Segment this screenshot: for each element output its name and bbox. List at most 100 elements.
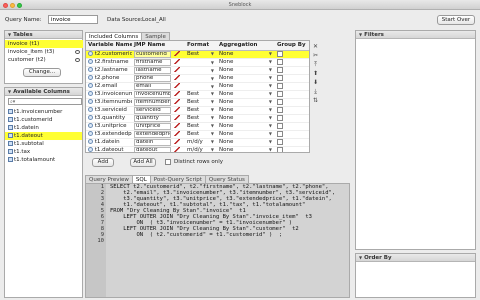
modeling-type-cell[interactable] [172, 50, 185, 59]
move-bottom-icon[interactable]: ⤓ [314, 89, 317, 95]
chevron-down-icon[interactable]: ▼ [211, 139, 214, 144]
chevron-down-icon[interactable]: ▼ [269, 115, 272, 120]
col-header-type[interactable] [172, 41, 185, 51]
available-columns-header[interactable]: ▼ Available Columns [5, 88, 82, 96]
tab-included-columns[interactable]: Included Columns [85, 32, 143, 40]
group-by-checkbox[interactable] [277, 90, 283, 97]
column-item[interactable]: t1.totalamount [5, 156, 82, 164]
eye-icon[interactable] [75, 49, 80, 54]
format-cell[interactable]: m/d/y ▼ [185, 138, 217, 147]
variable-name-cell[interactable]: t2.customerid [86, 50, 132, 59]
jmp-name-cell[interactable]: customerid [132, 50, 172, 59]
variable-name-cell[interactable]: t2.lastname [86, 66, 132, 75]
modeling-type-cell[interactable] [172, 82, 185, 91]
group-by-cell[interactable] [275, 58, 309, 67]
group-by-cell[interactable] [275, 114, 309, 123]
modeling-type-cell[interactable] [172, 98, 185, 107]
col-header-format[interactable]: Format [185, 41, 217, 51]
modeling-type-cell[interactable] [172, 138, 185, 147]
chevron-down-icon[interactable]: ▼ [211, 51, 214, 56]
variable-name-cell[interactable]: t2.firstname [86, 58, 132, 67]
filters-header[interactable]: ▼ Filters [356, 31, 475, 39]
jmp-name-cell[interactable]: dateout [132, 146, 172, 152]
aggregation-cell[interactable]: None ▼ [217, 50, 275, 59]
modeling-type-cell[interactable] [172, 74, 185, 83]
variable-name-cell[interactable]: t3.quantity [86, 114, 132, 123]
minimize-window-button[interactable] [10, 2, 15, 8]
jmp-name-cell[interactable]: serviceid [132, 106, 172, 115]
group-by-checkbox[interactable] [277, 82, 283, 89]
order-by-header[interactable]: ▼ Order By [356, 254, 475, 262]
table-row[interactable]: t3.itemnumber itemnumber Best ▼ None ▼ [86, 98, 309, 107]
tab-post-query-script[interactable]: Post-Query Script [149, 175, 206, 183]
zoom-window-button[interactable] [17, 2, 22, 8]
table-row[interactable]: t2.firstname firstname ▼ None ▼ [86, 58, 309, 67]
group-by-cell[interactable] [275, 130, 309, 139]
chevron-down-icon[interactable]: ▼ [269, 139, 272, 144]
tables-header[interactable]: ▼ Tables [5, 31, 82, 39]
group-by-cell[interactable] [275, 138, 309, 147]
variable-name-cell[interactable]: t3.extendedprice [86, 130, 132, 139]
chevron-down-icon[interactable]: ▼ [211, 147, 214, 152]
variable-name-cell[interactable]: t3.serviceid [86, 106, 132, 115]
sql-text[interactable]: SELECT t2."customerid", t2."firstname", … [110, 184, 335, 244]
distinct-rows-checkbox[interactable] [165, 159, 171, 165]
chevron-down-icon[interactable]: ▼ [269, 91, 272, 96]
format-cell[interactable]: Best ▼ [185, 90, 217, 99]
table-item-invoice-item[interactable]: invoice_item (t3) [5, 48, 83, 56]
chevron-down-icon[interactable]: ▼ [211, 76, 214, 81]
chevron-down-icon[interactable]: ▼ [211, 91, 214, 96]
jmp-name-cell[interactable]: itemnumber [132, 98, 172, 107]
column-item[interactable]: t1.tax [5, 148, 82, 156]
format-cell[interactable]: ▼ [185, 66, 217, 75]
group-by-checkbox[interactable] [277, 122, 283, 129]
jmp-name-cell[interactable]: phone [132, 74, 172, 83]
chevron-down-icon[interactable]: ▼ [269, 131, 272, 136]
variable-name-cell[interactable]: t1.dateout [86, 146, 132, 152]
format-cell[interactable]: ▼ [185, 82, 217, 91]
modeling-type-cell[interactable] [172, 106, 185, 115]
group-by-cell[interactable] [275, 90, 309, 99]
remove-column-icon[interactable]: ✕ [313, 44, 318, 50]
query-name-input[interactable] [48, 15, 98, 24]
aggregation-cell[interactable]: None ▼ [217, 114, 275, 123]
aggregation-cell[interactable]: None ▼ [217, 58, 275, 67]
group-by-checkbox[interactable] [277, 106, 283, 113]
move-top-icon[interactable]: ⤒ [314, 62, 317, 68]
format-cell[interactable]: Best ▼ [185, 114, 217, 123]
modeling-type-cell[interactable] [172, 58, 185, 67]
modeling-type-cell[interactable] [172, 122, 185, 131]
group-by-cell[interactable] [275, 66, 309, 75]
modeling-type-cell[interactable] [172, 114, 185, 123]
chevron-down-icon[interactable]: ▼ [211, 84, 214, 89]
move-down-icon[interactable]: ⬇ [313, 80, 318, 86]
group-by-checkbox[interactable] [277, 66, 283, 73]
sort-icon[interactable]: ⇅ [313, 98, 318, 104]
group-by-checkbox[interactable] [277, 74, 283, 81]
column-item[interactable]: t1.subtotal [5, 140, 82, 148]
group-by-cell[interactable] [275, 106, 309, 115]
table-row[interactable]: t3.serviceid serviceid Best ▼ None ▼ [86, 106, 309, 115]
aggregation-cell[interactable]: None ▼ [217, 138, 275, 147]
jmp-name-cell[interactable]: extendedprice [132, 130, 172, 139]
aggregation-cell[interactable]: None ▼ [217, 82, 275, 91]
col-header-group-by[interactable]: Group By [275, 41, 309, 51]
format-cell[interactable]: Best ▼ [185, 106, 217, 115]
group-by-checkbox[interactable] [277, 138, 283, 145]
jmp-name-cell[interactable]: firstname [132, 58, 172, 67]
table-item-customer[interactable]: customer (t2) [5, 56, 83, 64]
chevron-down-icon[interactable]: ▼ [269, 59, 272, 64]
chevron-down-icon[interactable]: ▼ [211, 123, 214, 128]
variable-name-cell[interactable]: t3.unitprice [86, 122, 132, 131]
chevron-down-icon[interactable]: ▼ [211, 107, 214, 112]
group-by-checkbox[interactable] [277, 130, 283, 137]
close-window-button[interactable] [3, 2, 8, 8]
table-item-invoice[interactable]: invoice (t1) [5, 40, 83, 48]
table-row[interactable]: t3.invoicenumberinvoicenumber Best▼None▼ [86, 90, 309, 99]
modeling-type-cell[interactable] [172, 146, 185, 152]
column-item[interactable]: t1.datein [5, 124, 82, 132]
group-by-cell[interactable] [275, 122, 309, 131]
jmp-name-cell[interactable]: unitprice [132, 122, 172, 131]
table-row[interactable]: t1.datein datein m/d/y ▼ None ▼ [86, 138, 309, 147]
chevron-down-icon[interactable]: ▼ [211, 131, 214, 136]
